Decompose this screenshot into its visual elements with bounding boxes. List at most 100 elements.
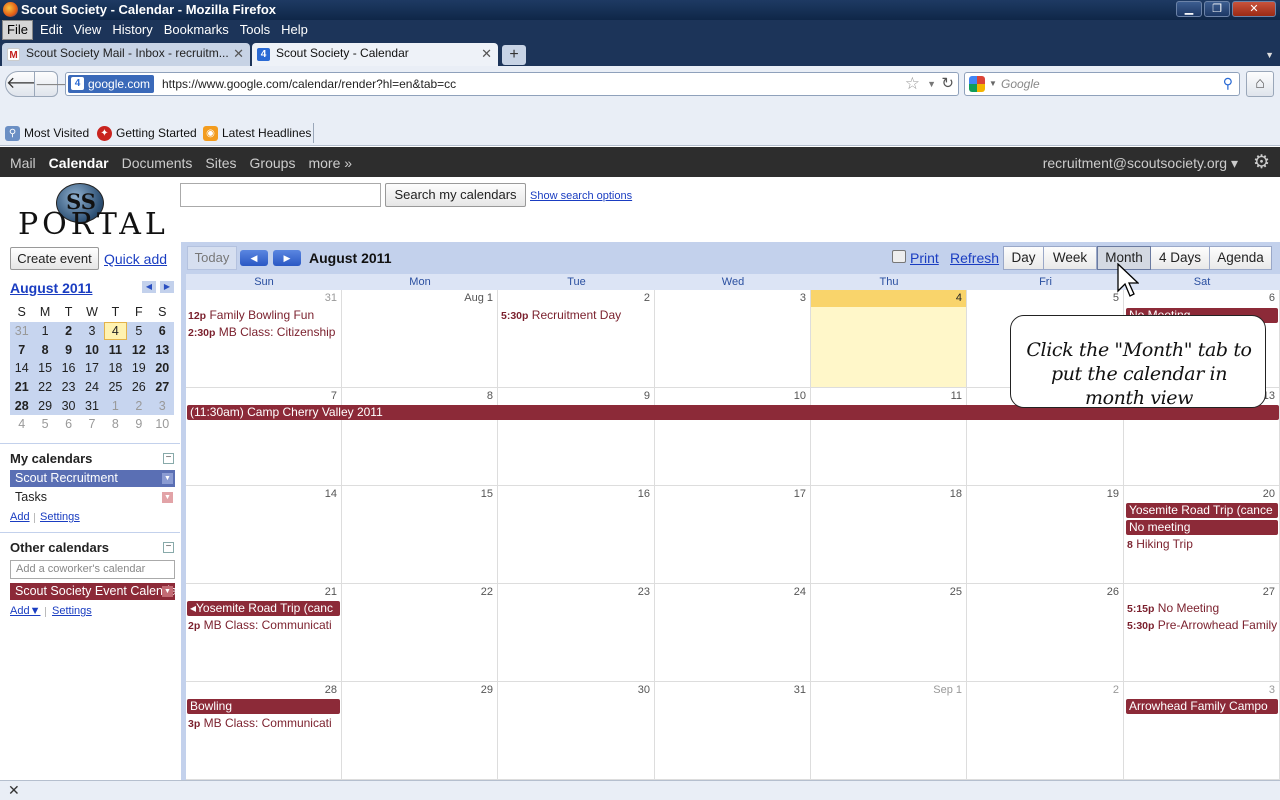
mini-day[interactable]: 4 [10, 415, 34, 434]
mini-day[interactable]: 13 [150, 340, 174, 360]
google-engine-icon[interactable] [969, 76, 985, 92]
mini-day[interactable]: 16 [56, 359, 81, 378]
mini-day[interactable]: 11 [103, 340, 128, 360]
mini-day[interactable]: 22 [33, 377, 57, 397]
menu-bookmarks[interactable]: Bookmarks [160, 21, 233, 39]
day-cell[interactable]: 2 [967, 682, 1124, 780]
mini-day-today[interactable]: 4 [103, 321, 128, 341]
bookmark-most-visited[interactable]: ⚲ Most Visited [5, 126, 89, 141]
menu-edit[interactable]: Edit [36, 21, 66, 39]
search-icon[interactable]: ⚲ [1223, 75, 1233, 92]
menu-tools[interactable]: Tools [236, 21, 274, 39]
view-4days-button[interactable]: 4 Days [1151, 246, 1210, 270]
url-input[interactable]: https://www.google.com/calendar/render?h… [162, 77, 456, 91]
mini-day[interactable]: 26 [127, 377, 151, 397]
day-number[interactable]: 3 [1269, 684, 1275, 696]
calendar-search-input[interactable] [180, 183, 381, 207]
mini-day[interactable]: 31 [80, 396, 104, 416]
home-button[interactable]: ⌂ [1246, 71, 1274, 97]
day-cell-today[interactable]: 4 [811, 290, 967, 388]
day-cell[interactable]: Sep 1 [811, 682, 967, 780]
day-number[interactable]: 2 [1113, 684, 1119, 696]
event-pre-arrowhead[interactable]: 5:30p Pre-Arrowhead Family [1127, 618, 1280, 633]
mini-day[interactable]: 15 [33, 359, 57, 378]
tab-calendar[interactable]: 4 Scout Society - Calendar ✕ [252, 43, 498, 66]
day-number[interactable]: 25 [950, 586, 962, 598]
day-number[interactable]: 31 [325, 292, 337, 304]
next-period-button[interactable]: ▶ [273, 250, 301, 266]
day-number[interactable]: 21 [325, 586, 337, 598]
mini-day[interactable]: 18 [103, 359, 128, 378]
day-cell[interactable]: 20 [1124, 486, 1280, 584]
mini-day[interactable]: 25 [103, 377, 128, 397]
tab-close-icon[interactable]: ✕ [481, 46, 492, 62]
day-cell[interactable]: 22 [342, 584, 498, 682]
mini-day[interactable]: 1 [103, 396, 128, 416]
today-button[interactable]: Today [187, 246, 237, 270]
day-cell[interactable]: 26 [967, 584, 1124, 682]
search-calendars-button[interactable]: Search my calendars [385, 183, 526, 207]
day-cell[interactable]: 3 [655, 290, 811, 388]
event-yosemite-road-trip-cont[interactable]: ◂Yosemite Road Trip (canc [187, 601, 340, 616]
day-number[interactable]: 16 [638, 488, 650, 500]
day-cell[interactable]: 29 [342, 682, 498, 780]
day-number[interactable]: 11 [951, 390, 962, 402]
event-recruitment-day[interactable]: 5:30p Recruitment Day [501, 308, 651, 323]
view-day-button[interactable]: Day [1003, 246, 1044, 270]
calendar-item-scout-society-event[interactable]: Scout Society Event Calendar ▼ [10, 583, 175, 600]
gbar-sites[interactable]: Sites [205, 155, 236, 171]
day-number[interactable]: 14 [325, 488, 337, 500]
calendar-options-dropdown-icon[interactable]: ▼ [162, 586, 173, 597]
mini-day[interactable]: 7 [80, 415, 104, 434]
event-arrowhead-family-camp[interactable]: Arrowhead Family Campo [1126, 699, 1278, 714]
day-number[interactable]: 6 [1269, 292, 1275, 304]
maximize-button[interactable]: ❐ [1204, 1, 1230, 17]
gbar-mail[interactable]: Mail [10, 155, 36, 171]
mini-day[interactable]: 6 [56, 415, 81, 434]
day-number[interactable]: 24 [794, 586, 806, 598]
url-history-dropdown-icon[interactable]: ▼ [927, 79, 936, 89]
mini-day[interactable]: 6 [150, 321, 174, 341]
event-family-bowling[interactable]: 12p Family Bowling Fun [188, 308, 340, 323]
day-cell[interactable]: 24 [655, 584, 811, 682]
mini-day[interactable]: 9 [56, 340, 81, 360]
tab-close-icon[interactable]: ✕ [233, 46, 244, 62]
quick-add-link[interactable]: Quick add [104, 251, 167, 267]
mini-day[interactable]: 20 [150, 359, 174, 378]
close-addon-bar-icon[interactable]: ✕ [8, 782, 20, 799]
web-search-input[interactable]: Google [1001, 77, 1040, 91]
day-cell[interactable]: 19 [967, 486, 1124, 584]
day-cell[interactable]: 2 [498, 290, 655, 388]
mini-day[interactable]: 5 [127, 321, 151, 341]
menu-file[interactable]: File [2, 20, 33, 40]
day-number[interactable]: Sep 1 [933, 684, 962, 696]
mini-prev-month-icon[interactable]: ◀ [142, 281, 156, 293]
previous-period-button[interactable]: ◀ [240, 250, 268, 266]
day-cell[interactable]: 30 [498, 682, 655, 780]
day-cell[interactable]: 7 [186, 388, 342, 486]
day-cell[interactable]: 8 [342, 388, 498, 486]
gear-icon[interactable]: ⚙ [1253, 151, 1270, 174]
tab-list-arrow-icon[interactable]: ▼ [1265, 50, 1274, 60]
day-number[interactable]: 31 [794, 684, 806, 696]
mini-day[interactable]: 27 [150, 377, 174, 397]
day-cell[interactable]: 9 [498, 388, 655, 486]
collapse-icon[interactable]: − [163, 542, 174, 553]
day-cell[interactable]: 16 [498, 486, 655, 584]
other-calendars-header[interactable]: Other calendars − [0, 532, 180, 560]
mini-day[interactable]: 30 [56, 396, 81, 416]
day-number[interactable]: Aug 1 [464, 292, 493, 304]
day-cell[interactable]: 31 [655, 682, 811, 780]
bookmark-getting-started[interactable]: ✦ Getting Started [97, 126, 197, 141]
day-cell[interactable]: 11 [811, 388, 967, 486]
mini-day[interactable]: 2 [56, 321, 81, 341]
new-tab-button[interactable]: + [502, 45, 526, 65]
day-number[interactable]: 22 [481, 586, 493, 598]
mini-day[interactable]: 3 [80, 321, 104, 341]
day-cell[interactable]: 10 [655, 388, 811, 486]
mini-day[interactable]: 21 [10, 377, 34, 397]
mini-calendar-title[interactable]: August 2011 [10, 280, 92, 296]
event-mb-communication[interactable]: 2p MB Class: Communicati [188, 618, 341, 633]
mini-day[interactable]: 31 [10, 321, 34, 341]
mini-day[interactable]: 5 [33, 415, 57, 434]
